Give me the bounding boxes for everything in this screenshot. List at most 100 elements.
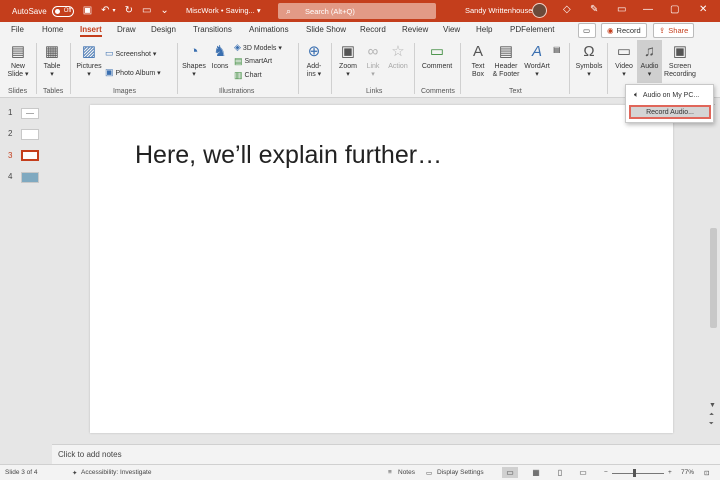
new-slide-button[interactable]: ▤ New Slide ▾ bbox=[5, 43, 31, 79]
smartart-button[interactable]: ▤ SmartArt bbox=[234, 56, 272, 67]
tab-transitions[interactable]: Transitions bbox=[193, 25, 232, 34]
zoom-level[interactable]: 77% bbox=[681, 469, 694, 476]
audio-on-my-pc-item[interactable]: 🔈︎ Audio on My PC... bbox=[629, 88, 711, 102]
record-button[interactable]: ◉ Record bbox=[601, 23, 647, 38]
undo-icon[interactable]: ↶ bbox=[101, 6, 109, 16]
video-icon: ▭ bbox=[616, 43, 632, 60]
tab-pdfelement[interactable]: PDFelement bbox=[510, 25, 554, 34]
restore-icon[interactable]: ▢ bbox=[670, 4, 679, 15]
display-settings-button[interactable]: Display Settings bbox=[437, 469, 484, 476]
video-button[interactable]: ▭ Video ▾ bbox=[612, 43, 636, 79]
reading-view-icon[interactable]: ▯ bbox=[552, 467, 568, 478]
text-box-button[interactable]: A Text Box bbox=[466, 43, 490, 79]
tab-view[interactable]: View bbox=[443, 25, 460, 34]
ribbon-separator bbox=[607, 43, 608, 94]
audio-button[interactable]: ♫ Audio ▾ bbox=[637, 43, 662, 79]
record-audio-item[interactable]: Record Audio... bbox=[629, 105, 711, 119]
comment-button[interactable]: ▭ Comment bbox=[419, 43, 455, 71]
vertical-scrollbar[interactable] bbox=[710, 228, 717, 328]
action-button[interactable]: ☆ Action bbox=[385, 43, 411, 71]
search-icon: ⌕ bbox=[286, 5, 292, 16]
user-name[interactable]: Sandy Writtenhouse bbox=[465, 6, 532, 15]
slideshow-icon[interactable]: ▭ bbox=[575, 467, 591, 478]
pen-icon[interactable]: ✎ bbox=[590, 4, 598, 15]
symbols-button[interactable]: Ω Symbols ▾ bbox=[574, 43, 604, 79]
accessibility-status[interactable]: Accessibility: Investigate bbox=[81, 469, 151, 476]
undo-dropdown-icon[interactable]: ▾ bbox=[113, 6, 116, 16]
3d-models-button[interactable]: ◈ 3D Models ▾ bbox=[234, 42, 282, 53]
avatar[interactable] bbox=[532, 3, 547, 18]
notes-icon[interactable]: ≡ bbox=[388, 469, 392, 476]
slide-thumbnail-3[interactable] bbox=[21, 150, 39, 161]
table-button[interactable]: ▦ Table ▾ bbox=[41, 43, 63, 79]
normal-view-icon[interactable]: ▭ bbox=[502, 467, 518, 478]
video-label: Video bbox=[615, 63, 633, 70]
slide-sorter-icon[interactable]: ▦ bbox=[528, 467, 544, 478]
close-icon[interactable]: ✕ bbox=[699, 4, 707, 15]
omega-icon: Ω bbox=[583, 43, 595, 60]
document-title[interactable]: MiscWork • Saving... ▾ bbox=[186, 6, 261, 15]
group-text: Text bbox=[509, 88, 522, 95]
slide-text[interactable]: Here, we’ll explain further… bbox=[135, 141, 442, 170]
link-icon: ∞ bbox=[367, 43, 379, 60]
shapes-label: Shapes bbox=[182, 63, 206, 70]
tab-animations[interactable]: Animations bbox=[249, 25, 289, 34]
notes-button[interactable]: Notes bbox=[398, 469, 415, 476]
slideshow-from-start-icon[interactable]: ▭ bbox=[142, 6, 151, 16]
share-button[interactable]: ⇪ Share bbox=[653, 23, 695, 38]
shapes-button[interactable]: ◔ Shapes ▾ bbox=[181, 43, 207, 79]
next-slide-icon[interactable]: ⏷ bbox=[709, 421, 714, 428]
header-footer-button[interactable]: ▤ Header & Footer bbox=[490, 43, 522, 79]
slide-canvas[interactable]: Here, we’ll explain further… bbox=[90, 105, 673, 433]
tab-file[interactable]: File bbox=[11, 25, 24, 34]
zoom-out-icon[interactable]: − bbox=[604, 469, 608, 476]
tab-home[interactable]: Home bbox=[42, 25, 63, 34]
slide-thumbnail-1[interactable] bbox=[21, 108, 39, 119]
search-box[interactable]: ⌕ Search (Alt+Q) bbox=[278, 3, 436, 19]
text-more-icon[interactable]: ▤ bbox=[553, 45, 561, 54]
tab-review[interactable]: Review bbox=[402, 25, 428, 34]
fit-to-window-icon[interactable]: ⊡ bbox=[704, 469, 709, 477]
tab-insert[interactable]: Insert bbox=[80, 25, 102, 37]
minimize-icon[interactable]: — bbox=[643, 4, 653, 15]
pictures-button[interactable]: ▨ Pictures ▾ bbox=[75, 43, 103, 79]
screen-recording-button[interactable]: ▣ Screen Recording bbox=[663, 43, 697, 79]
icons-label: Icons bbox=[211, 63, 229, 70]
screenshot-button[interactable]: ▭ Screenshot ▾ bbox=[105, 48, 156, 59]
save-icon[interactable]: ▣ bbox=[83, 6, 92, 16]
slide-thumbnail-4[interactable] bbox=[21, 172, 39, 183]
customize-toolbar-icon[interactable]: ⌄ bbox=[160, 6, 168, 16]
3d-models-label: 3D Models ▾ bbox=[242, 44, 282, 52]
tab-help[interactable]: Help bbox=[476, 25, 492, 34]
accessibility-icon[interactable]: ✦ bbox=[72, 469, 77, 477]
tab-slide-show[interactable]: Slide Show bbox=[306, 25, 346, 34]
autosave-toggle[interactable]: Off bbox=[51, 5, 74, 17]
zoom-in-icon[interactable]: + bbox=[668, 469, 672, 476]
tab-design[interactable]: Design bbox=[151, 25, 176, 34]
previous-slide-icon[interactable]: ⏶ bbox=[709, 412, 714, 419]
icons-icon: ♞ bbox=[213, 43, 227, 60]
tab-record[interactable]: Record bbox=[360, 25, 386, 34]
icons-button[interactable]: ♞ Icons bbox=[209, 43, 231, 71]
slide-thumbnail-2[interactable] bbox=[21, 129, 39, 140]
screen-recording-label-2: Recording bbox=[664, 71, 696, 78]
diamond-icon[interactable]: ◇ bbox=[563, 4, 571, 15]
addins-button[interactable]: ⊕ Add- ins ▾ bbox=[303, 43, 325, 79]
addins-label: Add- bbox=[306, 63, 322, 70]
photo-album-button[interactable]: ▣ Photo Album ▾ bbox=[105, 67, 161, 78]
comments-button[interactable]: ▭ bbox=[578, 23, 596, 38]
wordart-button[interactable]: A WordArt ▾ bbox=[522, 43, 552, 79]
zoom-slider-knob[interactable] bbox=[633, 469, 636, 477]
scroll-down-icon[interactable]: ▼ bbox=[709, 402, 716, 409]
notes-pane[interactable]: Click to add notes bbox=[52, 444, 720, 464]
tab-draw[interactable]: Draw bbox=[117, 25, 136, 34]
chart-icon: ▥ bbox=[234, 70, 243, 80]
zoom-button[interactable]: ▣ Zoom ▾ bbox=[336, 43, 360, 79]
chart-button[interactable]: ▥ Chart bbox=[234, 70, 262, 81]
ribbon-display-icon[interactable]: ▭ bbox=[617, 4, 626, 15]
group-images: Images bbox=[113, 88, 136, 95]
zoom-slider[interactable] bbox=[612, 473, 664, 474]
display-settings-icon[interactable]: ▭ bbox=[426, 469, 432, 477]
redo-icon[interactable]: ↻ bbox=[125, 6, 133, 16]
link-button[interactable]: ∞ Link ▾ bbox=[362, 43, 384, 79]
